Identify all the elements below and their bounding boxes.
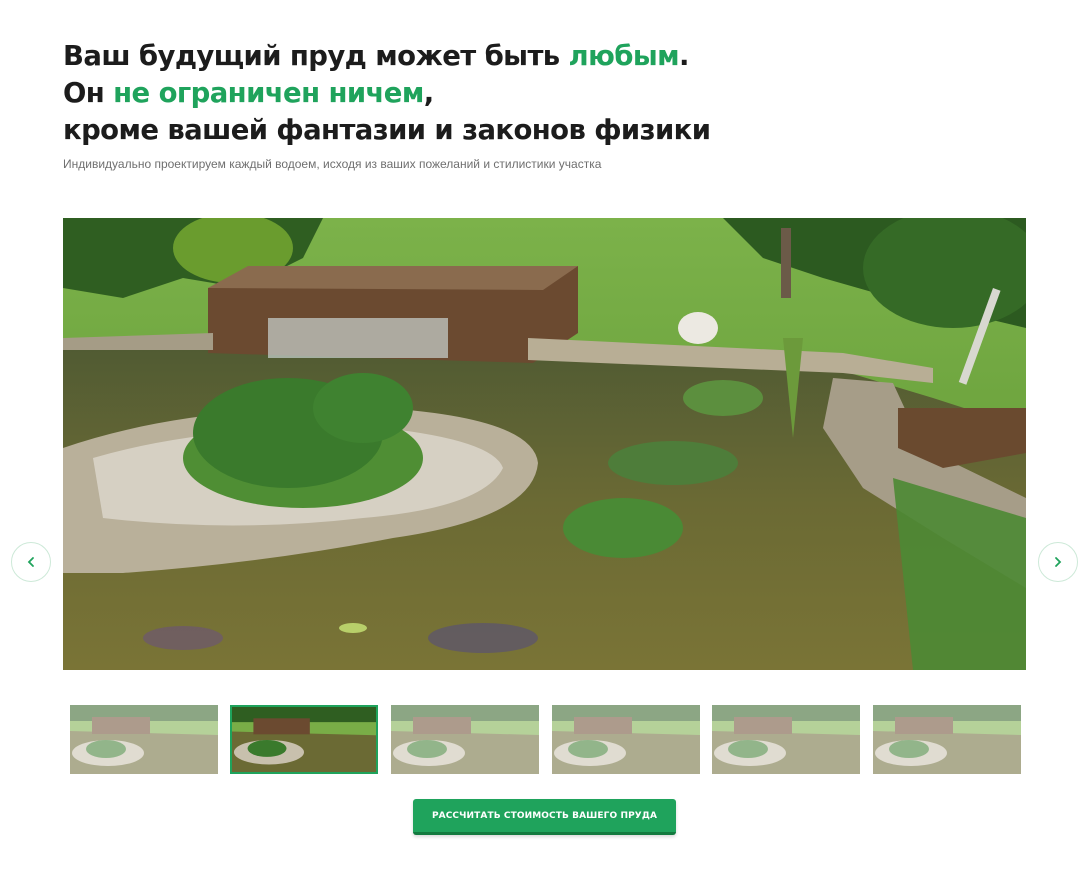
headline-text: ,	[423, 77, 434, 109]
thumbnail-image	[552, 705, 700, 774]
headline-text: Ваш будущий пруд может быть	[63, 40, 569, 72]
slider-thumbnail[interactable]	[70, 705, 218, 774]
page-headline: Ваш будущий пруд может быть любым. Он не…	[63, 38, 823, 149]
headline-line-1: Ваш будущий пруд может быть любым.	[63, 40, 689, 72]
thumbnail-image	[712, 705, 860, 774]
chevron-right-icon	[1055, 557, 1062, 567]
headline-line-2: Он не ограничен ничем,	[63, 77, 434, 109]
thumbnail-image	[70, 705, 218, 774]
headline-text: .	[678, 40, 689, 72]
slider-thumbnail[interactable]	[391, 705, 539, 774]
headline-accent: любым	[568, 40, 680, 72]
chevron-left-icon	[27, 557, 34, 567]
pond-photo	[63, 218, 1026, 670]
slider-thumbnail-active[interactable]	[230, 705, 378, 774]
headline-accent: не ограничен ничем	[113, 77, 424, 109]
slider-thumbnails	[70, 705, 1021, 775]
calculate-cost-button[interactable]: РАССЧИТАТЬ СТОИМОСТЬ ВАШЕГО ПРУДА	[413, 799, 676, 835]
thumbnail-image	[391, 705, 539, 774]
slider-prev-button[interactable]	[11, 542, 51, 582]
slider-thumbnail[interactable]	[712, 705, 860, 774]
slider-thumbnail[interactable]	[873, 705, 1021, 774]
page-subtitle: Индивидуально проектируем каждый водоем,…	[63, 157, 602, 171]
slider-main-image[interactable]	[63, 218, 1026, 670]
thumbnail-image	[232, 707, 376, 772]
thumbnail-image	[873, 705, 1021, 774]
slider-next-button[interactable]	[1038, 542, 1078, 582]
headline-line-3: кроме вашей фантазии и законов физики	[63, 114, 711, 146]
slider-thumbnail[interactable]	[552, 705, 700, 774]
headline-text: Он	[63, 77, 114, 109]
